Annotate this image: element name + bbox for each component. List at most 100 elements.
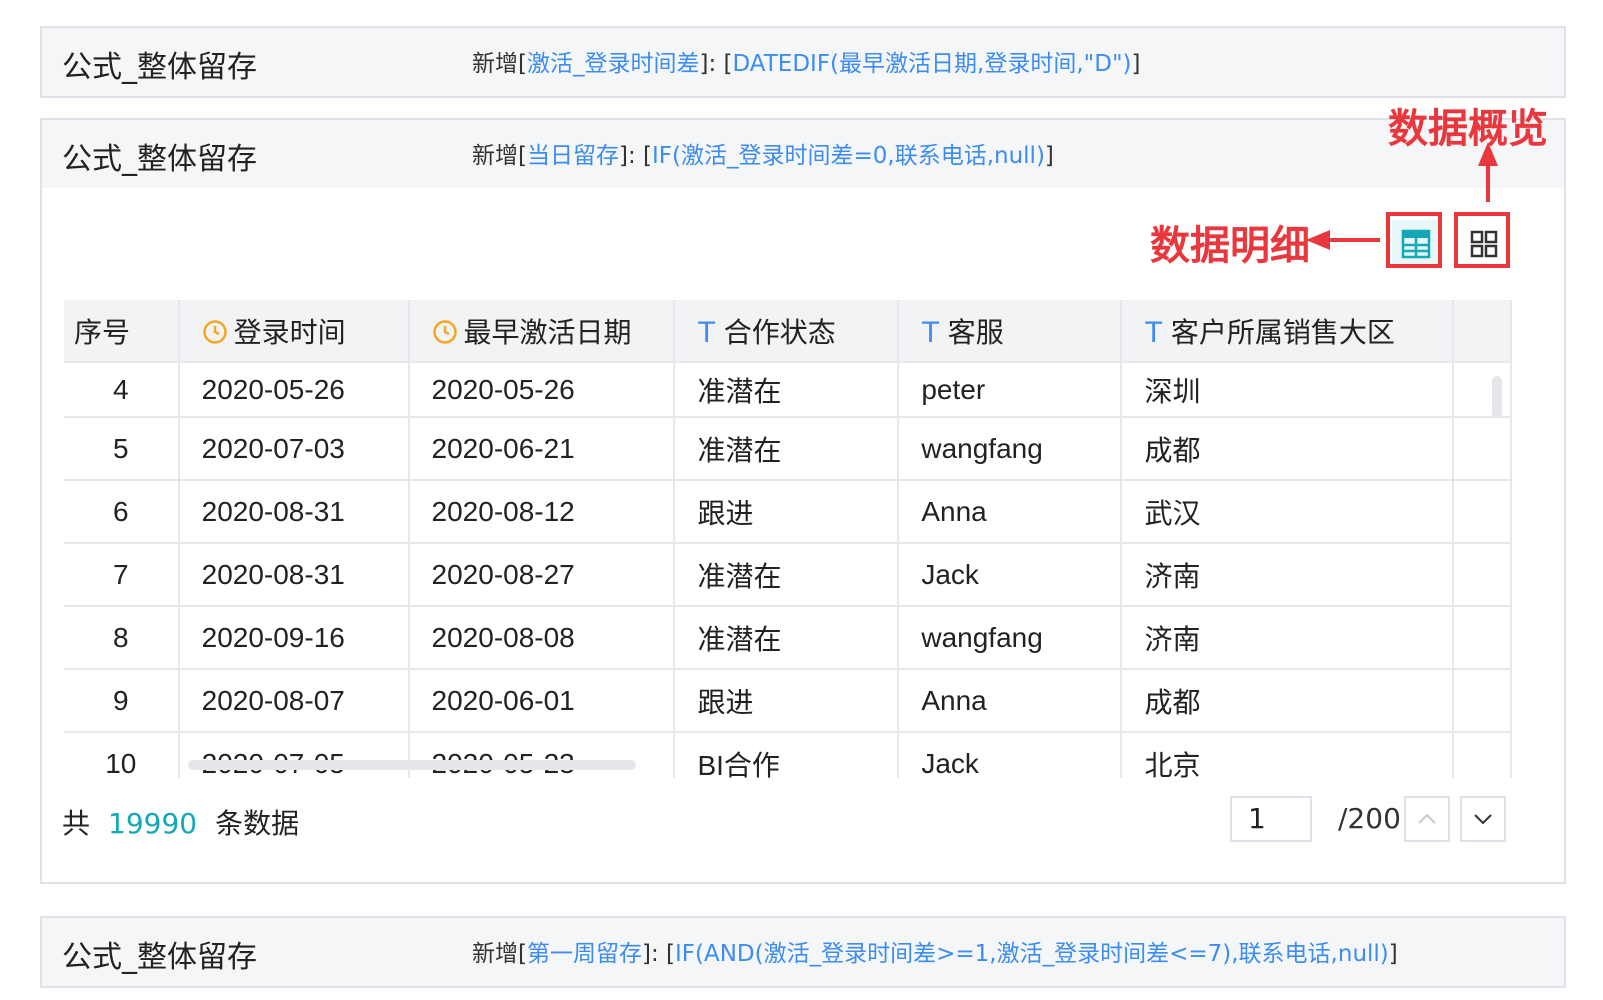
table-cell: wangfang xyxy=(898,417,1123,481)
column-header-label: 序号 xyxy=(74,316,131,348)
data-overview-annotation: 数据概览 xyxy=(1388,106,1548,152)
data-table: 序号 登录时间 最早激活日期 T 合作状态 T 客服 T 客户所属销售大区 4 2020… xyxy=(64,300,1512,778)
step-header[interactable]: 公式_整体留存 新增[当日留存]: [IF(激活_登录时间差=0,联系电话,nu… xyxy=(42,120,1564,188)
record-count-suffix: 条数据 xyxy=(215,807,300,840)
column-header-label: 客服 xyxy=(947,316,1004,348)
step-name: 公式_整体留存 xyxy=(62,50,257,85)
column-header[interactable]: T 合作状态 xyxy=(674,300,900,363)
column-header-overflow xyxy=(1452,300,1512,363)
step-header[interactable]: 公式_整体留存 新增[激活_登录时间差]: [DATEDIF(最早激活日期,登录… xyxy=(42,28,1564,96)
text-type-icon: T xyxy=(1144,315,1163,349)
table-cell: 成都 xyxy=(1121,669,1454,733)
clock-icon xyxy=(432,319,457,344)
column-header[interactable]: 登录时间 xyxy=(178,300,410,363)
table-cell: 8 xyxy=(64,606,180,670)
chevron-up-icon xyxy=(1418,813,1436,824)
text-type-icon: T xyxy=(697,315,716,349)
formula-prefix: 新增[ xyxy=(472,941,527,967)
table-cell: 准潜在 xyxy=(674,606,900,670)
arrow-left-icon xyxy=(1306,230,1330,250)
record-count-value: 19990 xyxy=(108,807,198,840)
table-cell: Anna xyxy=(898,669,1123,733)
overview-button-highlight xyxy=(1454,212,1510,268)
table-cell: 深圳 xyxy=(1121,362,1454,418)
step-header[interactable]: 公式_整体留存 新增[第一周留存]: [IF(AND(激活_登录时间差>=1,激… xyxy=(42,918,1564,986)
table-cell xyxy=(1452,417,1512,481)
formula-prefix: 新增[ xyxy=(472,143,527,169)
table-cell: 2020-08-12 xyxy=(408,480,676,544)
table-row[interactable]: 8 2020-09-16 2020-08-08 准潜在 wangfang 济南 xyxy=(64,606,1512,670)
detail-arrow-line xyxy=(1324,238,1380,242)
table-cell: 2020-09-16 xyxy=(178,606,410,670)
table-cell: 成都 xyxy=(1121,417,1454,481)
page-total: /200 xyxy=(1338,802,1401,835)
formula-expression: DATEDIF(最早激活日期,登录时间,"D") xyxy=(732,51,1132,77)
table-row[interactable]: 6 2020-08-31 2020-08-12 跟进 Anna 武汉 xyxy=(64,480,1512,544)
table-cell: wangfang xyxy=(898,606,1123,670)
vertical-scrollbar[interactable] xyxy=(1492,376,1502,418)
table-cell: 2020-05-26 xyxy=(178,362,410,418)
table-row[interactable]: 7 2020-08-31 2020-08-27 准潜在 Jack 济南 xyxy=(64,543,1512,607)
detail-button-highlight xyxy=(1386,212,1442,268)
column-header[interactable]: T 客户所属销售大区 xyxy=(1121,300,1454,363)
column-header-label: 登录时间 xyxy=(233,316,346,348)
column-header[interactable]: T 客服 xyxy=(898,300,1123,363)
table-cell xyxy=(1452,543,1512,607)
table-cell: 2020-05-23 xyxy=(408,732,676,778)
formula-field: 第一周留存 xyxy=(526,941,642,967)
page-number-input[interactable]: 1 xyxy=(1230,796,1312,842)
step-card-2[interactable]: 公式_整体留存 新增[当日留存]: [IF(激活_登录时间差=0,联系电话,nu… xyxy=(40,118,1566,884)
table-cell: 准潜在 xyxy=(674,417,900,481)
previous-page-button[interactable] xyxy=(1404,796,1450,842)
table-cell: 2020-08-07 xyxy=(178,669,410,733)
step-card-3[interactable]: 公式_整体留存 新增[第一周留存]: [IF(AND(激活_登录时间差>=1,激… xyxy=(40,916,1566,988)
chevron-down-icon xyxy=(1474,814,1492,825)
table-header-row: 序号 登录时间 最早激活日期 T 合作状态 T 客服 T 客户所属销售大区 xyxy=(64,300,1512,363)
formula-field: 当日留存 xyxy=(526,143,619,169)
table-row[interactable]: 4 2020-05-26 2020-05-26 准潜在 peter 深圳 xyxy=(64,362,1512,418)
column-header[interactable]: 最早激活日期 xyxy=(408,300,676,363)
table-cell: 7 xyxy=(64,543,180,607)
table-cell: BI合作 xyxy=(674,732,900,778)
table-cell: 4 xyxy=(64,362,180,418)
formula-expression: IF(激活_登录时间差=0,联系电话,null) xyxy=(652,143,1045,169)
table-row[interactable]: 5 2020-07-03 2020-06-21 准潜在 wangfang 成都 xyxy=(64,417,1512,481)
table-cell: 2020-06-01 xyxy=(408,669,676,733)
table-cell xyxy=(1452,732,1512,778)
formula-separator: ]: [ xyxy=(699,51,733,77)
data-detail-annotation: 数据明细 xyxy=(1150,223,1310,269)
table-cell: 跟进 xyxy=(674,669,900,733)
table-row[interactable]: 9 2020-08-07 2020-06-01 跟进 Anna 成都 xyxy=(64,669,1512,733)
formula-separator: ]: [ xyxy=(618,143,652,169)
column-header-label: 最早激活日期 xyxy=(463,316,632,348)
arrow-up-icon xyxy=(1478,142,1498,166)
column-header[interactable]: 序号 xyxy=(64,300,180,363)
table-cell: 武汉 xyxy=(1121,480,1454,544)
formula-suffix: ] xyxy=(1131,51,1141,77)
data-table-viewport[interactable]: 序号 登录时间 最早激活日期 T 合作状态 T 客服 T 客户所属销售大区 4 2020… xyxy=(64,300,1512,778)
table-row[interactable]: 102020-07-052020-05-23BI合作Jack北京 xyxy=(64,732,1512,778)
formula-suffix: ] xyxy=(1388,941,1398,967)
formula-separator: ]: [ xyxy=(641,941,675,967)
record-count: 共 19990 条数据 xyxy=(62,802,299,842)
table-cell: peter xyxy=(898,362,1123,418)
table-cell: 2020-08-31 xyxy=(178,543,410,607)
table-cell: 准潜在 xyxy=(674,543,900,607)
table-cell: 济南 xyxy=(1121,543,1454,607)
table-cell: 济南 xyxy=(1121,606,1454,670)
step-formula: 新增[第一周留存]: [IF(AND(激活_登录时间差>=1,激活_登录时间差<… xyxy=(472,934,1398,968)
table-cell: 6 xyxy=(64,480,180,544)
step-name: 公式_整体留存 xyxy=(62,940,257,975)
table-cell: 2020-05-26 xyxy=(408,362,676,418)
column-header-label: 合作状态 xyxy=(723,316,836,348)
table-cell xyxy=(1452,362,1512,418)
next-page-button[interactable] xyxy=(1460,796,1506,842)
table-cell: 跟进 xyxy=(674,480,900,544)
step-card-1[interactable]: 公式_整体留存 新增[激活_登录时间差]: [DATEDIF(最早激活日期,登录… xyxy=(40,26,1566,98)
step-formula: 新增[当日留存]: [IF(激活_登录时间差=0,联系电话,null)] xyxy=(472,136,1054,170)
table-cell: Jack xyxy=(898,732,1123,778)
table-cell xyxy=(1452,606,1512,670)
horizontal-scrollbar[interactable] xyxy=(188,760,636,770)
table-cell: 10 xyxy=(64,732,180,778)
step-formula: 新增[激活_登录时间差]: [DATEDIF(最早激活日期,登录时间,"D")] xyxy=(472,44,1140,78)
